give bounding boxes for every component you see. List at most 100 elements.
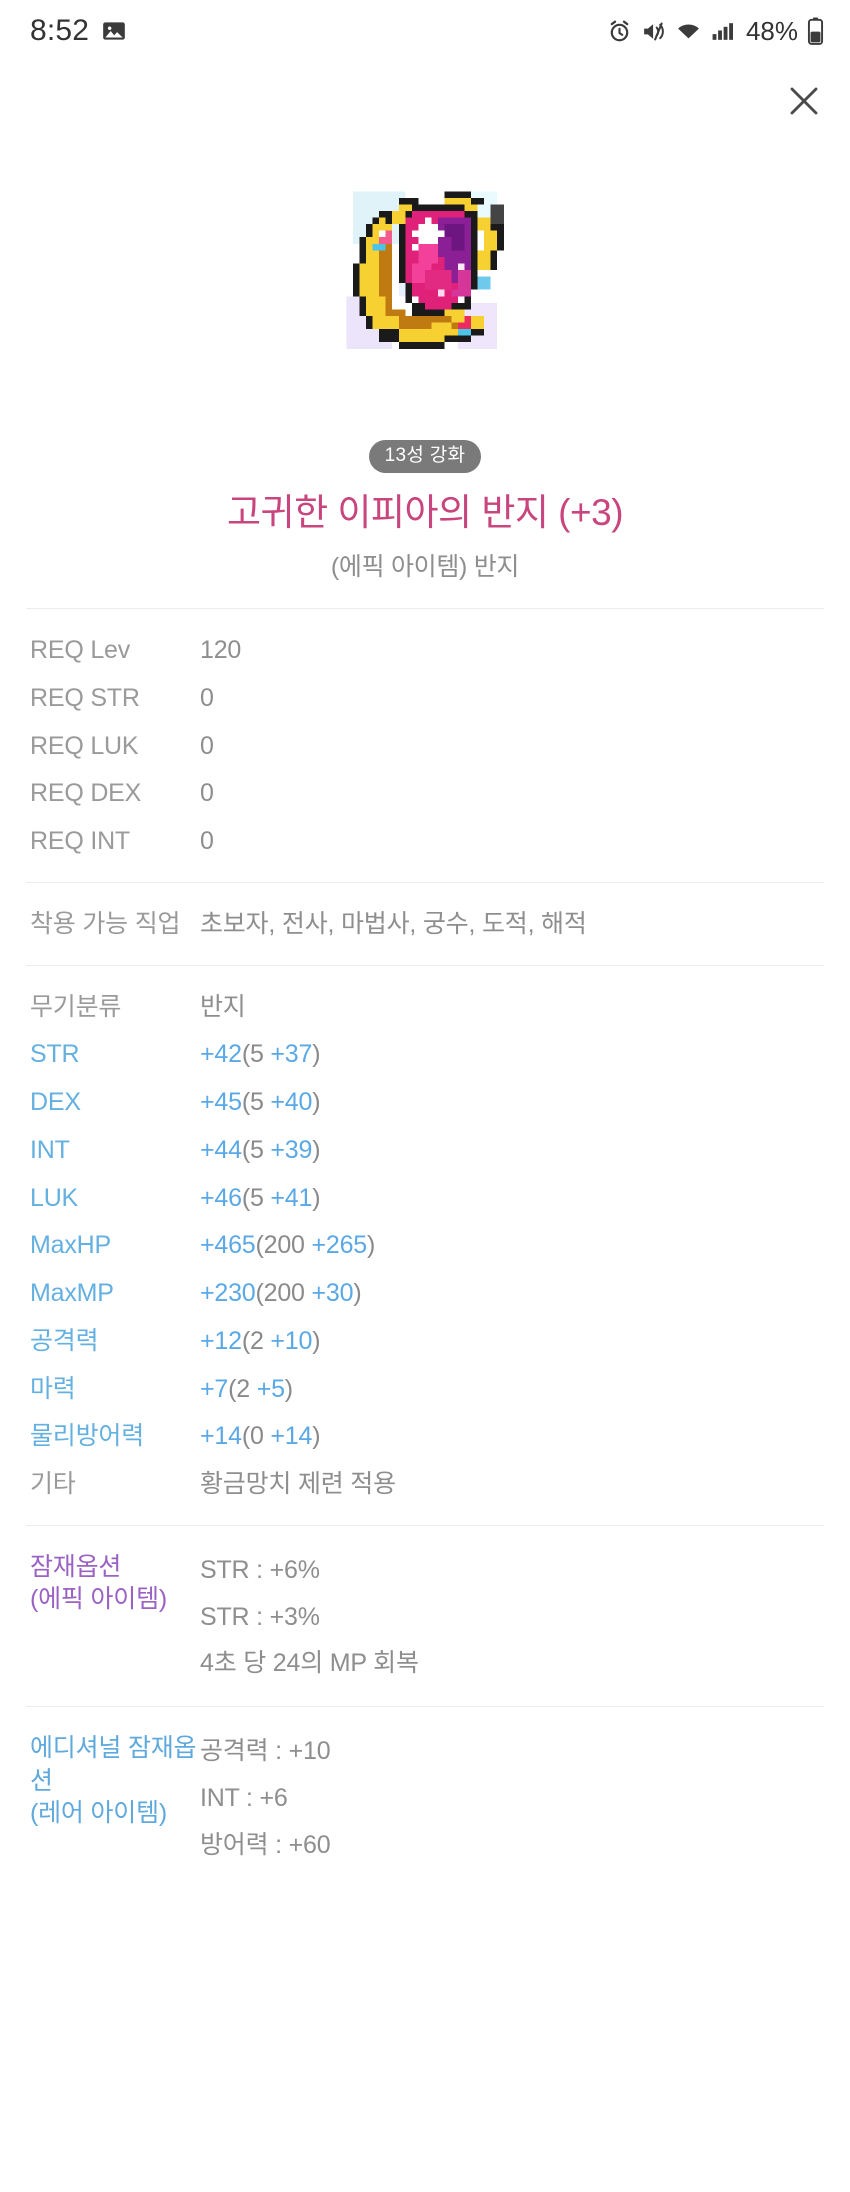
stat-total: +44 (200, 1135, 242, 1164)
table-row: REQ STR 0 (0, 675, 850, 723)
table-row-stat: MaxHP +465(200 +265) (0, 1222, 850, 1270)
stat-base: (5 (241, 1135, 271, 1164)
additional-potential-label-line1: 에디셔널 잠재옵션 (30, 1734, 197, 1795)
alarm-icon (607, 19, 632, 44)
stat-base: (5 (241, 1088, 271, 1116)
row-value: +14(0 +14) (200, 1420, 850, 1454)
row-label: REQ INT (30, 827, 130, 855)
stat-base: (200 (255, 1279, 312, 1307)
close-button[interactable] (778, 76, 830, 128)
potential-option: STR : +6% (200, 1555, 320, 1584)
stat-bonus: +41 (270, 1183, 313, 1212)
stat-base: (5 (241, 1183, 271, 1212)
row-label: LUK (30, 1183, 79, 1212)
row-label: MaxHP (30, 1231, 111, 1260)
row-value: 반지 (200, 992, 246, 1021)
potential-option: 4초 당 24의 MP 회복 (200, 1649, 419, 1678)
signal-icon (711, 19, 735, 44)
table-row: REQ INT 0 (0, 818, 850, 866)
stat-base: (0 (241, 1422, 271, 1451)
status-time: 8:52 (30, 14, 90, 47)
table-row-stat: INT +44(5 +39) (0, 1127, 850, 1175)
mute-icon (641, 19, 666, 44)
battery-icon (807, 17, 824, 45)
stats-group: 무기분류 반지 STR +42(5 +37) DEX +45(5 +40) IN… (0, 966, 850, 1525)
stat-base: (5 (241, 1040, 271, 1069)
row-value: STR : +6% STR : +3% 4초 당 24의 MP 회복 (200, 1551, 850, 1683)
stat-bonus: +265 (311, 1231, 368, 1260)
stat-total: +230 (200, 1279, 256, 1307)
row-label: MaxMP (30, 1279, 114, 1307)
stat-total: +7 (200, 1374, 229, 1403)
row-label: 잠재옵션 (에픽 아이템) (30, 1551, 200, 1616)
wifi-icon (675, 19, 702, 44)
row-label: REQ DEX (30, 779, 142, 808)
row-label: 마력 (30, 1374, 76, 1403)
additional-potential-label-line2: (레어 아이템) (30, 1799, 167, 1827)
stat-total: +45 (200, 1088, 242, 1116)
row-value: +45(5 +40) (200, 1086, 850, 1120)
stat-bonus: +40 (270, 1088, 313, 1116)
row-label: REQ LUK (30, 731, 139, 760)
table-row-stat: STR +42(5 +37) (0, 1031, 850, 1079)
table-row-stat: 마력 +7(2 +5) (0, 1366, 850, 1414)
stat-bonus: +39 (270, 1135, 313, 1164)
table-row-stat: MaxMP +230(200 +30) (0, 1270, 850, 1318)
stat-total: +12 (200, 1326, 242, 1355)
table-row-stat: 물리방어력 +14(0 +14) (0, 1413, 850, 1461)
potential-group: 잠재옵션 (에픽 아이템) STR : +6% STR : +3% 4초 당 2… (0, 1526, 850, 1706)
row-value: 황금망치 제련 적용 (200, 1470, 396, 1498)
status-bar-right: 48% (607, 16, 824, 47)
row-label: DEX (30, 1088, 81, 1116)
stat-total: +42 (200, 1040, 242, 1069)
stat-total: +14 (200, 1422, 242, 1451)
row-value: 공격력 : +10 INT : +6 방어력 : +60 (200, 1732, 850, 1864)
row-label: 물리방어력 (30, 1422, 145, 1451)
additional-potential-option: 방어력 : +60 (200, 1830, 331, 1859)
row-value: 0 (200, 827, 214, 855)
item-title-block: 13성 강화 고귀한 이피아의 반지 (+3) (에픽 아이템) 반지 (0, 440, 850, 583)
stat-base: (200 (255, 1231, 312, 1260)
table-row-jobs: 착용 가능 직업 초보자, 전사, 마법사, 궁수, 도적, 해적 (0, 901, 850, 949)
row-label: 에디셔널 잠재옵션 (레어 아이템) (30, 1732, 200, 1830)
row-label: REQ Lev (30, 636, 131, 664)
table-row-stat: 공격력 +12(2 +10) (0, 1318, 850, 1366)
row-value: +46(5 +41) (200, 1182, 850, 1216)
additional-potential-group: 에디셔널 잠재옵션 (레어 아이템) 공격력 : +10 INT : +6 방어… (0, 1707, 850, 1887)
battery-percent: 48% (745, 15, 798, 46)
epic-ring-item-icon (346, 184, 504, 356)
row-value: +44(5 +39) (200, 1134, 850, 1168)
stat-close: ) (312, 1183, 321, 1212)
status-bar-left: 8:52 (30, 14, 127, 48)
item-subtitle: (에픽 아이템) 반지 (330, 553, 520, 582)
stat-bonus: +37 (270, 1040, 313, 1069)
row-value: +465(200 +265) (200, 1229, 850, 1263)
stat-close: ) (353, 1279, 362, 1307)
stat-close: ) (284, 1374, 293, 1403)
stat-bonus: +14 (270, 1422, 313, 1451)
table-row-stat: DEX +45(5 +40) (0, 1079, 850, 1127)
row-value: +7(2 +5) (200, 1373, 850, 1407)
table-row: REQ LUK 0 (0, 723, 850, 771)
row-label: 기타 (30, 1470, 76, 1498)
row-value: 0 (200, 731, 214, 760)
row-value: 초보자, 전사, 마법사, 궁수, 도적, 해적 (200, 909, 587, 938)
row-value: +42(5 +37) (200, 1038, 850, 1072)
jobs-group: 착용 가능 직업 초보자, 전사, 마법사, 궁수, 도적, 해적 (0, 883, 850, 965)
item-spec-table: REQ Lev 120 REQ STR 0 REQ LUK 0 REQ DEX … (0, 608, 850, 1887)
table-row-category: 무기분류 반지 (0, 984, 850, 1032)
row-value: 0 (200, 779, 214, 808)
potential-label-line2: (에픽 아이템) (30, 1585, 167, 1614)
stat-bonus: +10 (270, 1326, 313, 1355)
row-label: 착용 가능 직업 (30, 909, 181, 938)
stat-total: +46 (200, 1183, 242, 1212)
stat-bonus: +5 (256, 1374, 285, 1403)
row-value: 0 (200, 683, 214, 712)
item-icon-container (0, 155, 850, 385)
table-row: REQ DEX 0 (0, 770, 850, 818)
row-value: 120 (200, 636, 242, 664)
stat-close: ) (312, 1326, 321, 1355)
table-row: REQ Lev 120 (0, 627, 850, 675)
row-label: REQ STR (30, 683, 140, 712)
stat-base: (2 (241, 1326, 271, 1355)
